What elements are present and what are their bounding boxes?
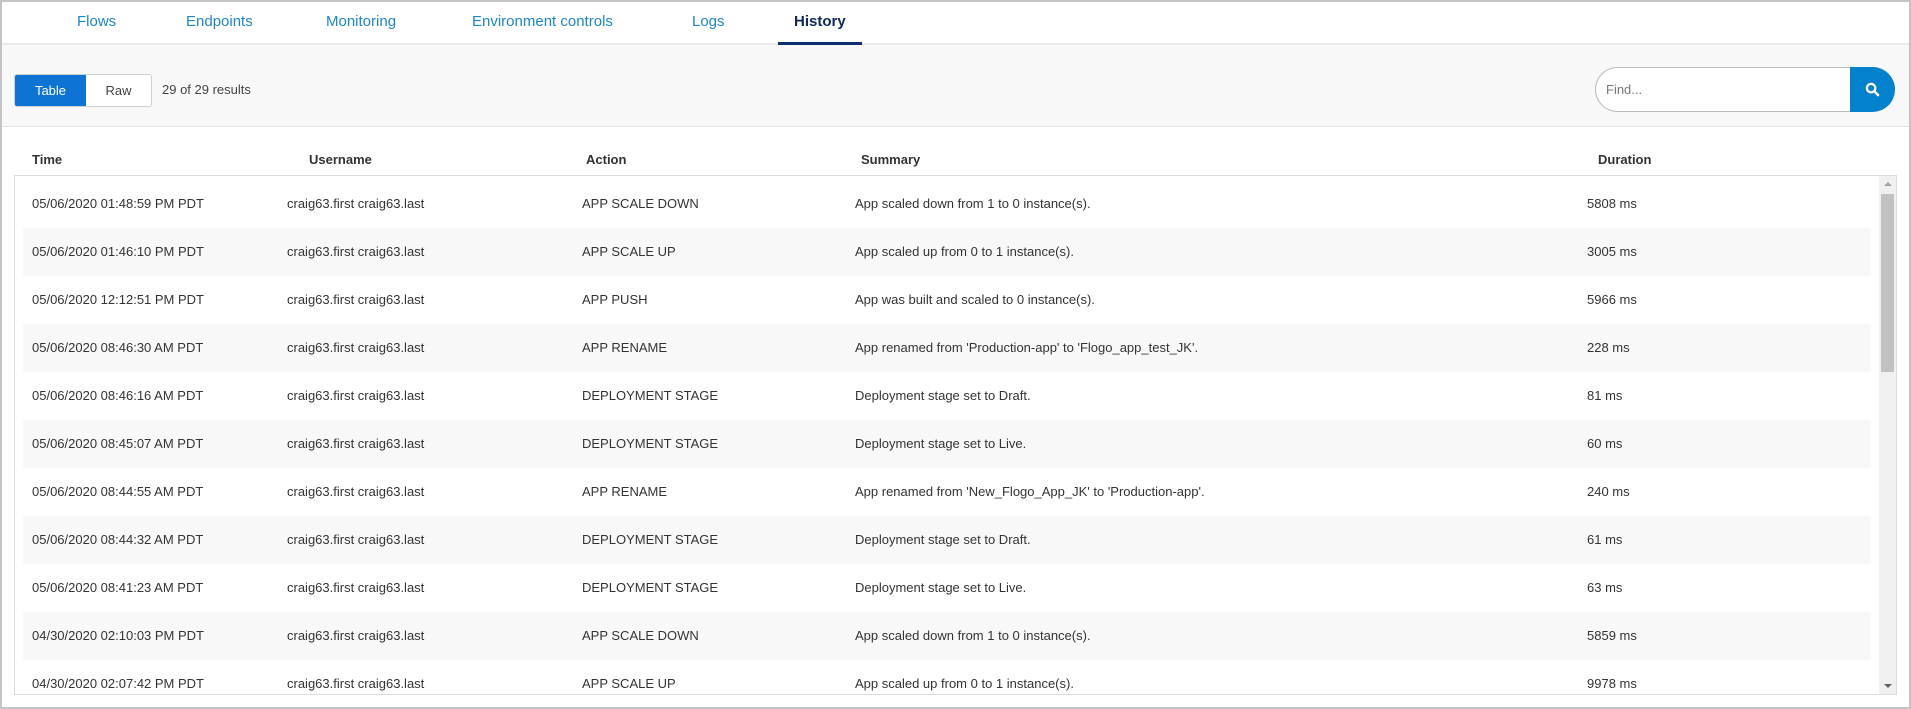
cell-username: craig63.first craig63.last [287, 244, 425, 259]
cell-username: craig63.first craig63.last [287, 292, 425, 307]
search-box [1595, 67, 1895, 112]
column-header-action[interactable]: Action [586, 128, 626, 175]
history-table: 05/06/2020 01:48:59 PM PDT craig63.first … [14, 175, 1897, 695]
cell-action: DEPLOYMENT STAGE [582, 580, 719, 595]
scroll-down-button[interactable] [1879, 678, 1896, 694]
cell-username: craig63.first craig63.last [287, 580, 425, 595]
cell-summary: App scaled down from 1 to 0 instance(s). [855, 196, 1091, 211]
cell-duration: 81 ms [1587, 388, 1623, 403]
cell-summary: Deployment stage set to Draft. [855, 388, 1031, 403]
cell-action: APP SCALE UP [582, 676, 676, 691]
cell-action: APP PUSH [582, 292, 648, 307]
scroll-up-button[interactable] [1879, 176, 1896, 192]
toolbar: Table Raw 29 of 29 results [2, 45, 1909, 127]
cell-username: craig63.first craig63.last [287, 340, 425, 355]
table-row[interactable]: 05/06/2020 08:45:07 AM PDT craig63.first … [23, 420, 1871, 468]
cell-time: 05/06/2020 01:48:59 PM PDT [32, 196, 205, 211]
cell-duration: 60 ms [1587, 436, 1623, 451]
tab-bar: Flows Endpoints Monitoring Environment c… [2, 2, 1909, 45]
cell-action: APP SCALE DOWN [582, 196, 699, 211]
table-row[interactable]: 04/30/2020 02:10:03 PM PDT craig63.first … [23, 612, 1871, 660]
table-row[interactable]: 05/06/2020 08:44:32 AM PDT craig63.first … [23, 516, 1871, 564]
cell-summary: Deployment stage set to Live. [855, 580, 1027, 595]
cell-username: craig63.first craig63.last [287, 628, 425, 643]
cell-username: craig63.first craig63.last [287, 196, 425, 211]
cell-username: craig63.first craig63.last [287, 484, 425, 499]
cell-time: 04/30/2020 02:10:03 PM PDT [32, 628, 205, 643]
cell-summary: Deployment stage set to Draft. [855, 532, 1031, 547]
search-input[interactable] [1595, 67, 1851, 112]
arrow-down-icon [1883, 684, 1892, 688]
cell-time: 05/06/2020 08:46:16 AM PDT [32, 388, 204, 403]
tab-environment-controls[interactable]: Environment controls [472, 2, 613, 45]
table-row[interactable]: 05/06/2020 08:44:55 AM PDT craig63.first … [23, 468, 1871, 516]
cell-summary: App scaled up from 0 to 1 instance(s). [855, 244, 1074, 259]
column-header-summary[interactable]: Summary [861, 128, 920, 175]
search-icon [1865, 82, 1880, 97]
cell-duration: 5859 ms [1587, 628, 1637, 643]
column-header-time[interactable]: Time [32, 128, 62, 175]
cell-username: craig63.first craig63.last [287, 436, 425, 451]
view-toggle: Table Raw [14, 74, 152, 107]
table-view-button[interactable]: Table [15, 75, 86, 106]
cell-summary: App renamed from 'New_Flogo_App_JK' to '… [855, 484, 1205, 499]
table-row[interactable]: 05/06/2020 08:41:23 AM PDT craig63.first … [23, 564, 1871, 612]
cell-duration: 3005 ms [1587, 244, 1637, 259]
cell-action: DEPLOYMENT STAGE [582, 388, 719, 403]
tab-history[interactable]: History [778, 2, 862, 45]
table-row[interactable]: 04/30/2020 02:07:42 PM PDT craig63.first … [23, 660, 1871, 694]
cell-action: DEPLOYMENT STAGE [582, 436, 719, 451]
column-header-duration[interactable]: Duration [1598, 128, 1651, 175]
table-row[interactable]: 05/06/2020 01:46:10 PM PDT craig63.first … [23, 228, 1871, 276]
cell-duration: 5808 ms [1587, 196, 1637, 211]
tab-endpoints[interactable]: Endpoints [186, 2, 253, 45]
cell-summary: App scaled down from 1 to 0 instance(s). [855, 628, 1091, 643]
cell-action: APP RENAME [582, 340, 668, 355]
tab-flows[interactable]: Flows [77, 2, 116, 45]
raw-view-button[interactable]: Raw [86, 75, 151, 106]
cell-time: 05/06/2020 08:41:23 AM PDT [32, 580, 204, 595]
table-row[interactable]: 05/06/2020 12:12:51 PM PDT craig63.first … [23, 276, 1871, 324]
cell-duration: 5966 ms [1587, 292, 1637, 307]
cell-action: APP RENAME [582, 484, 668, 499]
cell-summary: App was built and scaled to 0 instance(s… [855, 292, 1095, 307]
table-rows: 05/06/2020 01:48:59 PM PDT craig63.first … [23, 180, 1871, 694]
cell-action: DEPLOYMENT STAGE [582, 532, 719, 547]
table-row[interactable]: 05/06/2020 08:46:30 AM PDT craig63.first … [23, 324, 1871, 372]
cell-action: APP SCALE DOWN [582, 628, 699, 643]
cell-time: 05/06/2020 08:46:30 AM PDT [32, 340, 204, 355]
cell-time: 05/06/2020 01:46:10 PM PDT [32, 244, 205, 259]
cell-duration: 61 ms [1587, 532, 1623, 547]
table-row[interactable]: 05/06/2020 08:46:16 AM PDT craig63.first … [23, 372, 1871, 420]
scrollbar-thumb[interactable] [1881, 194, 1894, 372]
cell-username: craig63.first craig63.last [287, 388, 425, 403]
table-row[interactable]: 05/06/2020 01:48:59 PM PDT craig63.first … [23, 180, 1871, 228]
cell-summary: Deployment stage set to Live. [855, 436, 1027, 451]
cell-action: APP SCALE UP [582, 244, 676, 259]
cell-duration: 63 ms [1587, 580, 1623, 595]
arrow-up-icon [1883, 182, 1892, 186]
cell-time: 05/06/2020 08:45:07 AM PDT [32, 436, 204, 451]
tab-monitoring[interactable]: Monitoring [326, 2, 396, 45]
tab-logs[interactable]: Logs [692, 2, 725, 45]
cell-summary: App renamed from 'Production-app' to 'Fl… [855, 340, 1199, 355]
cell-duration: 9978 ms [1587, 676, 1637, 691]
cell-time: 05/06/2020 12:12:51 PM PDT [32, 292, 205, 307]
history-page: Flows Endpoints Monitoring Environment c… [0, 0, 1911, 709]
table-header: Time Username Action Summary Duration [2, 128, 1909, 175]
cell-time: 04/30/2020 02:07:42 PM PDT [32, 676, 205, 691]
cell-duration: 228 ms [1587, 340, 1630, 355]
cell-duration: 240 ms [1587, 484, 1630, 499]
column-header-username[interactable]: Username [309, 128, 372, 175]
search-button[interactable] [1850, 67, 1895, 112]
cell-time: 05/06/2020 08:44:32 AM PDT [32, 532, 204, 547]
cell-username: craig63.first craig63.last [287, 676, 425, 691]
cell-username: craig63.first craig63.last [287, 532, 425, 547]
vertical-scrollbar[interactable] [1879, 176, 1896, 694]
cell-summary: App scaled up from 0 to 1 instance(s). [855, 676, 1074, 691]
cell-time: 05/06/2020 08:44:55 AM PDT [32, 484, 204, 499]
results-count: 29 of 29 results [162, 82, 251, 97]
